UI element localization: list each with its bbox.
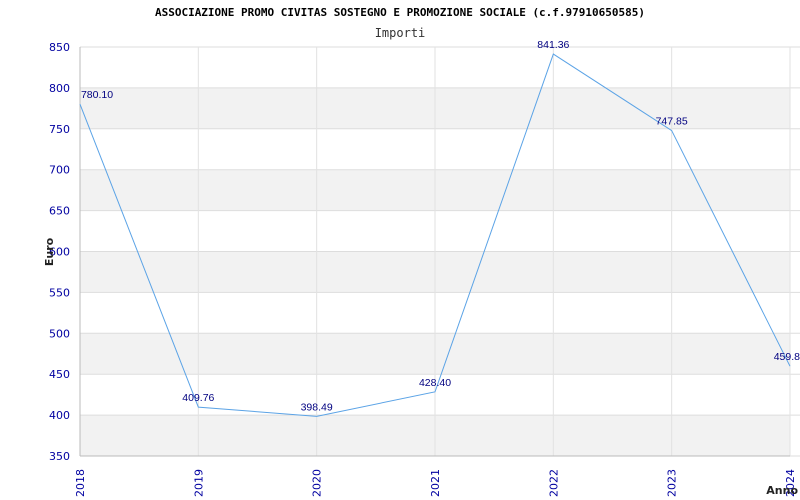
data-label: 747.85 [656,116,688,128]
y-tick-label: 450 [49,368,70,381]
y-tick-label: 650 [49,205,70,218]
y-tick-label: 700 [49,164,70,177]
line-chart: 350400450500550600650700750800850 2018 20… [43,6,800,497]
y-tick-label: 850 [49,41,70,54]
x-tick-labels: 2018 2019 2020 2021 2022 2023 2024 [74,469,797,497]
x-tick-label: 2019 [192,469,205,497]
x-tick-label: 2022 [547,469,560,497]
chart-title: ASSOCIAZIONE PROMO CIVITAS SOSTEGNO E PR… [155,6,645,19]
y-tick-label: 800 [49,82,70,95]
data-label: 409.76 [182,392,214,404]
data-label: 780.10 [81,89,113,101]
y-axis-label: Euro [43,237,56,266]
x-tick-label: 2023 [666,469,679,497]
y-tick-label: 750 [49,123,70,136]
data-label: 398.49 [301,401,333,413]
x-tick-label: 2018 [74,469,87,497]
data-label: 428.40 [419,377,451,389]
y-tick-label: 400 [49,409,70,422]
y-tick-label: 550 [49,286,70,299]
chart-subtitle: Importi [375,26,426,40]
data-label: 841.36 [537,39,569,51]
y-tick-label: 500 [49,327,70,340]
x-axis-label: Anno [766,484,798,497]
data-label: 459.8 [774,351,800,363]
x-tick-label: 2020 [311,469,324,497]
x-tick-label: 2021 [429,469,442,497]
y-tick-label: 350 [49,450,70,463]
